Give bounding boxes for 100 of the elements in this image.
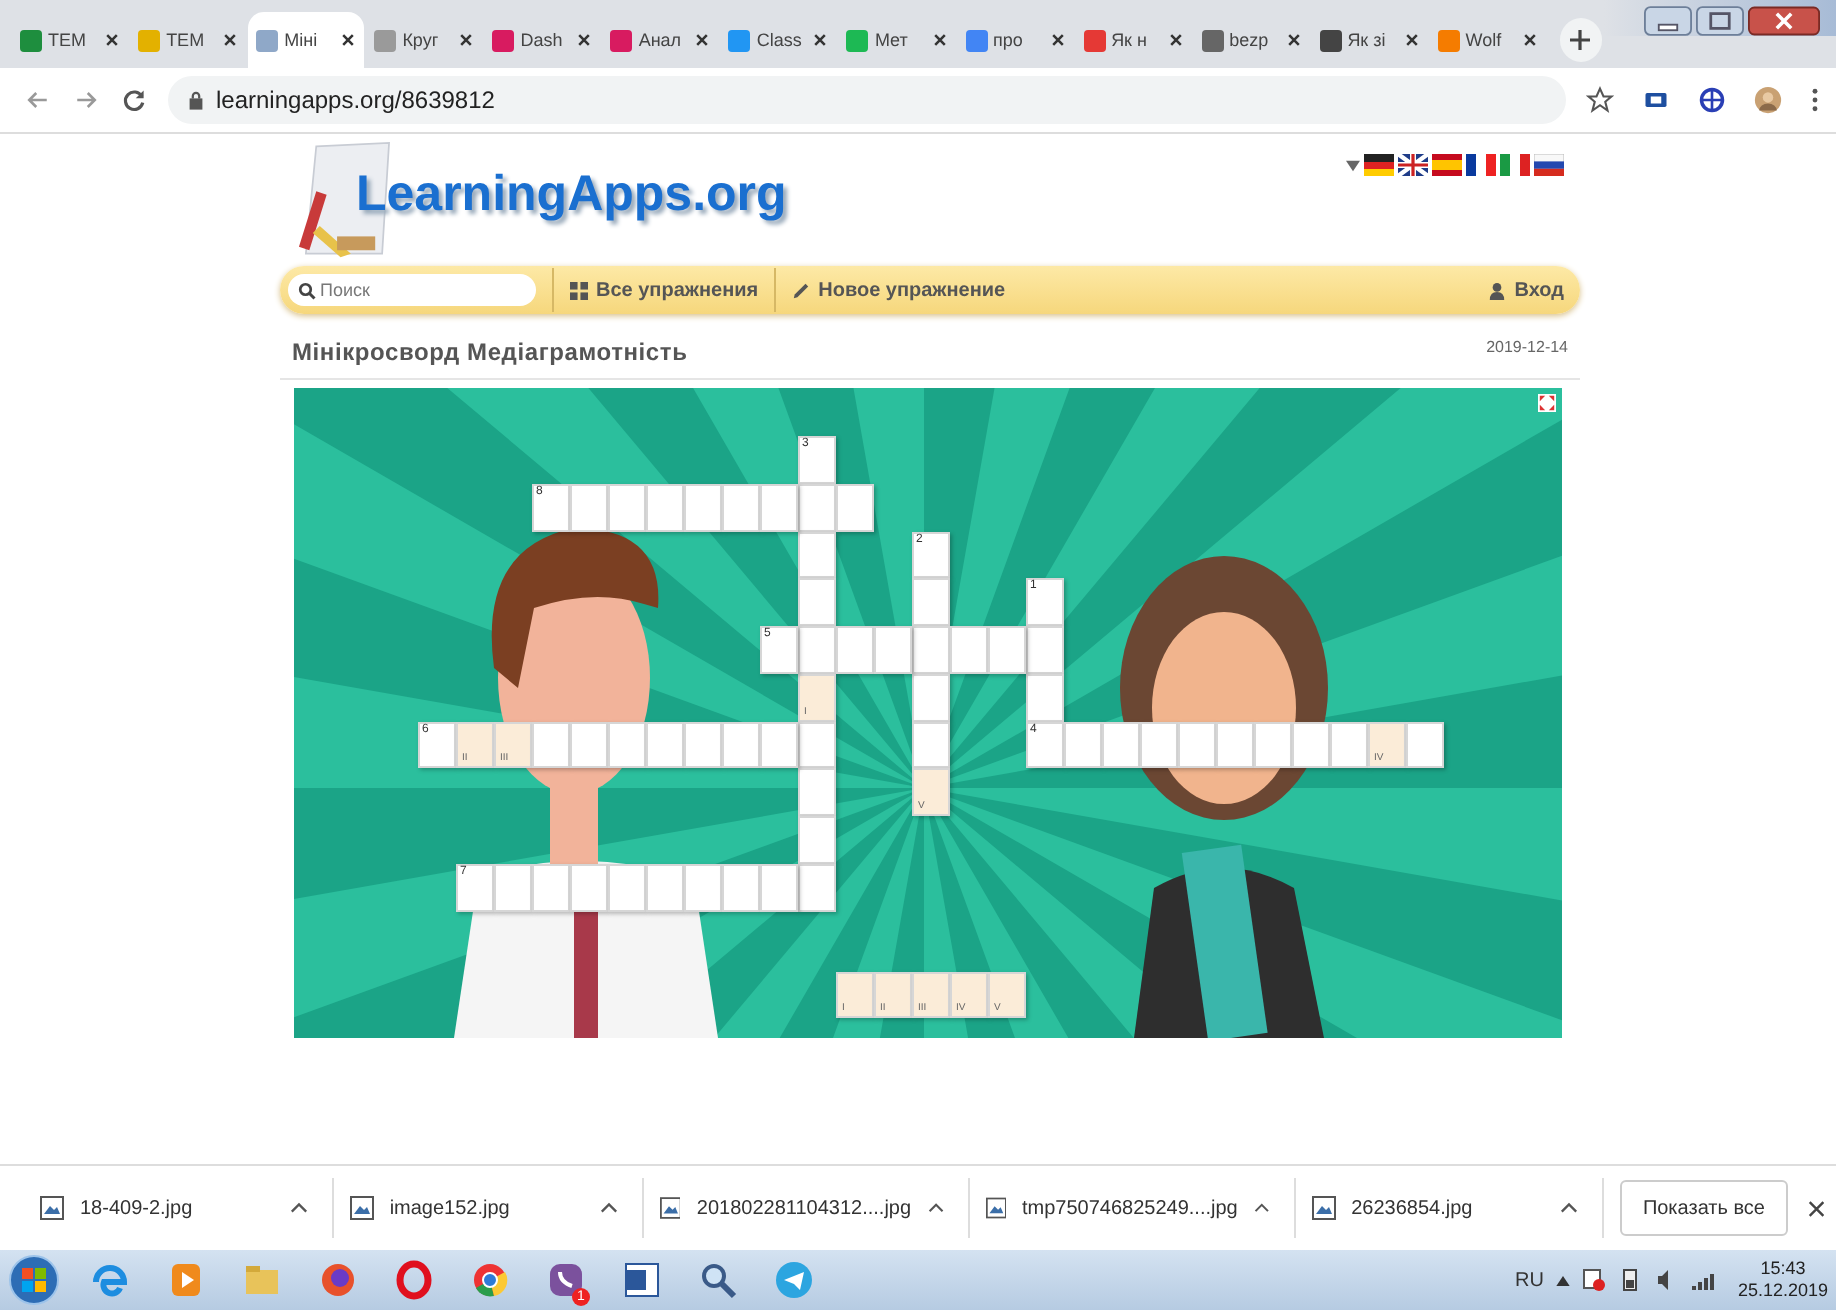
italian-flag-icon[interactable] bbox=[1500, 154, 1530, 176]
close-icon[interactable] bbox=[1285, 32, 1302, 48]
firefox-icon[interactable] bbox=[316, 1258, 360, 1302]
browser-tab[interactable]: Class bbox=[720, 12, 837, 68]
crossword-cell[interactable] bbox=[798, 531, 836, 579]
crossword-cell[interactable] bbox=[570, 721, 608, 769]
battery-icon[interactable] bbox=[1617, 1268, 1642, 1292]
crossword-cell[interactable] bbox=[798, 483, 836, 531]
maximize-icon[interactable] bbox=[1696, 6, 1744, 36]
browser-tab[interactable]: Міні bbox=[248, 12, 365, 68]
russian-flag-icon[interactable] bbox=[1534, 154, 1564, 176]
close-icon[interactable] bbox=[694, 32, 711, 48]
close-icon[interactable] bbox=[931, 32, 947, 48]
back-icon[interactable] bbox=[24, 86, 52, 114]
login-link[interactable]: Вход bbox=[1488, 279, 1564, 301]
download-item[interactable]: 26236854.jpg bbox=[1311, 1178, 1605, 1238]
start-button[interactable] bbox=[8, 1254, 60, 1306]
crossword-cell[interactable] bbox=[760, 721, 798, 769]
clock-date[interactable]: 25.12.2019 bbox=[1737, 1280, 1828, 1302]
close-icon[interactable] bbox=[222, 32, 239, 48]
crossword-cell[interactable] bbox=[722, 863, 760, 911]
browser-tab[interactable]: bezp bbox=[1193, 12, 1310, 68]
crossword-cell[interactable] bbox=[1064, 721, 1102, 769]
crossword-cell[interactable] bbox=[1102, 721, 1140, 769]
crossword-cell[interactable] bbox=[1026, 626, 1064, 674]
opera-icon[interactable] bbox=[392, 1258, 436, 1302]
browser-tab[interactable]: Мет bbox=[838, 12, 955, 68]
close-icon[interactable] bbox=[340, 32, 357, 48]
crossword-cell[interactable] bbox=[1026, 673, 1064, 721]
browser-tab[interactable]: Як н bbox=[1075, 12, 1192, 68]
crossword-cell[interactable] bbox=[798, 578, 836, 626]
download-item[interactable]: 201802281104312....jpg bbox=[659, 1178, 970, 1238]
address-bar[interactable]: learningapps.org/8639812 bbox=[168, 76, 1566, 124]
browser-tab[interactable]: Круг bbox=[366, 12, 483, 68]
caret-icon[interactable] bbox=[927, 1202, 944, 1214]
close-icon[interactable] bbox=[812, 32, 829, 48]
reload-icon[interactable] bbox=[120, 86, 148, 114]
crossword-cell[interactable] bbox=[608, 863, 646, 911]
magnifier-icon[interactable] bbox=[696, 1258, 740, 1302]
crossword-cell[interactable] bbox=[722, 721, 760, 769]
forward-icon[interactable] bbox=[72, 86, 100, 114]
fullscreen-icon[interactable] bbox=[1538, 394, 1556, 412]
crossword-cell[interactable] bbox=[532, 721, 570, 769]
crossword-cell[interactable] bbox=[532, 863, 570, 911]
browser-tab[interactable]: Wolf bbox=[1429, 12, 1546, 68]
crossword-cell[interactable] bbox=[988, 626, 1026, 674]
crossword-cell[interactable] bbox=[760, 483, 798, 531]
crossword-cell[interactable] bbox=[646, 863, 684, 911]
browser-tab[interactable]: Анал bbox=[602, 12, 719, 68]
crossword-cell[interactable] bbox=[760, 863, 798, 911]
chrome-icon[interactable] bbox=[468, 1258, 512, 1302]
search-field[interactable]: Поиск bbox=[288, 274, 536, 306]
download-item[interactable]: tmp750746825249....jpg bbox=[985, 1178, 1296, 1238]
minimize-icon[interactable] bbox=[1644, 6, 1692, 36]
download-item[interactable]: image152.jpg bbox=[349, 1178, 644, 1238]
crossword-cell[interactable] bbox=[874, 626, 912, 674]
crossword-cell[interactable] bbox=[1216, 721, 1254, 769]
crossword-cell[interactable] bbox=[912, 673, 950, 721]
crossword-cell[interactable] bbox=[1178, 721, 1216, 769]
crossword-cell[interactable] bbox=[1330, 721, 1368, 769]
viber-icon[interactable] bbox=[544, 1258, 588, 1302]
crossword-cell[interactable] bbox=[798, 768, 836, 816]
caret-icon[interactable] bbox=[289, 1202, 308, 1214]
browser-tab[interactable]: TEM bbox=[12, 12, 129, 68]
spanish-flag-icon[interactable] bbox=[1432, 154, 1462, 176]
clock-time[interactable]: 15:43 bbox=[1760, 1258, 1806, 1280]
crossword-cell[interactable] bbox=[722, 483, 760, 531]
browser-tab[interactable]: про bbox=[957, 12, 1074, 68]
crossword-cell[interactable] bbox=[608, 721, 646, 769]
crossword-cell[interactable] bbox=[684, 863, 722, 911]
caret-icon[interactable] bbox=[1253, 1202, 1270, 1214]
close-icon[interactable] bbox=[576, 32, 593, 48]
crossword-cell[interactable] bbox=[684, 721, 722, 769]
signal-icon[interactable] bbox=[1689, 1268, 1714, 1292]
crossword-cell[interactable] bbox=[570, 483, 608, 531]
browser-tab[interactable]: Як зі bbox=[1311, 12, 1428, 68]
crossword-cell[interactable] bbox=[836, 483, 874, 531]
caret-icon[interactable] bbox=[599, 1202, 618, 1214]
caret-icon[interactable] bbox=[1555, 1275, 1570, 1285]
british-flag-icon[interactable] bbox=[1398, 154, 1428, 176]
close-icon[interactable] bbox=[1167, 32, 1184, 48]
crossword-cell[interactable] bbox=[912, 721, 950, 769]
browser-tab[interactable]: Dash bbox=[484, 12, 601, 68]
download-item[interactable]: 18-409-2.jpg bbox=[40, 1178, 334, 1238]
close-icon[interactable] bbox=[1403, 32, 1420, 48]
close-icon[interactable] bbox=[1049, 32, 1066, 48]
close-icon[interactable] bbox=[458, 32, 475, 48]
nav-link[interactable]: Все упражнения bbox=[570, 279, 759, 301]
crossword-cell[interactable] bbox=[798, 816, 836, 864]
telegram-icon[interactable] bbox=[772, 1258, 816, 1302]
crossword-cell[interactable] bbox=[912, 626, 950, 674]
dropdown-icon[interactable] bbox=[1346, 159, 1360, 171]
crossword-cell[interactable] bbox=[798, 626, 836, 674]
crossword-cell[interactable] bbox=[494, 863, 532, 911]
crossword-cell[interactable] bbox=[1292, 721, 1330, 769]
star-icon[interactable] bbox=[1586, 86, 1614, 114]
crossword-cell[interactable] bbox=[798, 863, 836, 911]
site-logo[interactable]: LearningApps.org bbox=[356, 166, 787, 224]
close-icon[interactable] bbox=[1748, 6, 1820, 36]
close-icon[interactable] bbox=[104, 32, 121, 48]
